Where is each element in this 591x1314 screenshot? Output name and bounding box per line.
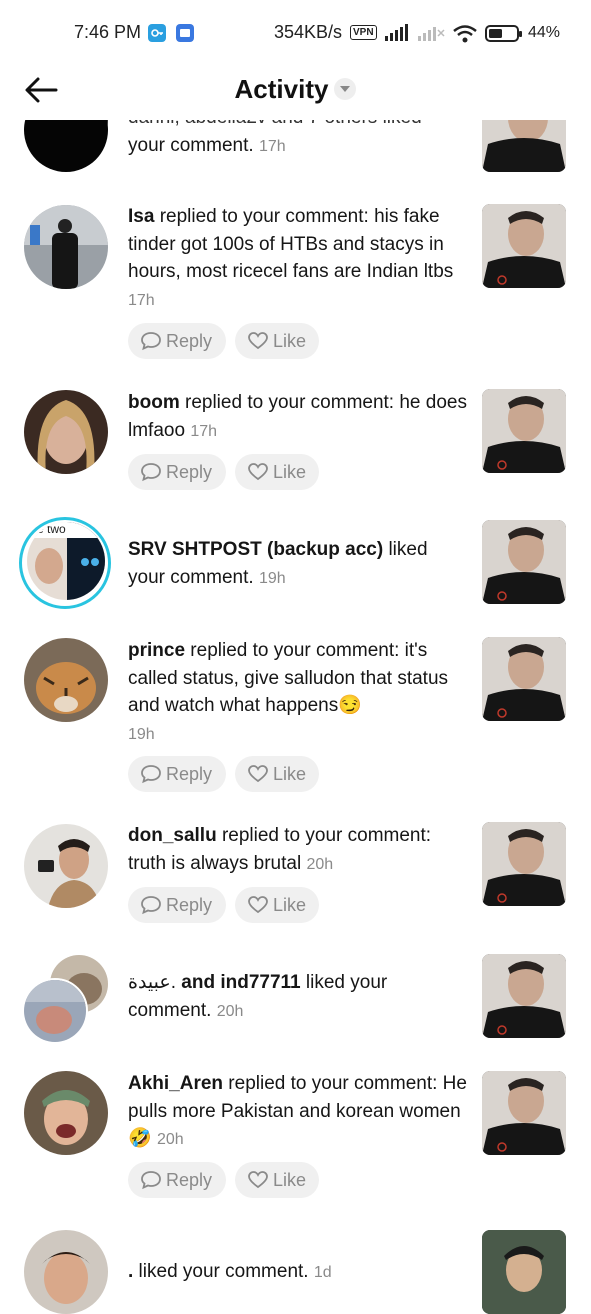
username[interactable]: Akhi_Aren <box>128 1073 223 1094</box>
username-1[interactable]: عبيدة. <box>128 972 176 993</box>
avatar[interactable]: ve two <box>27 522 105 600</box>
timestamp: 17h <box>258 137 286 155</box>
username-2[interactable]: and ind77711 <box>176 972 300 993</box>
avatar[interactable] <box>24 205 108 289</box>
username[interactable]: prince <box>128 640 185 661</box>
post-thumbnail[interactable] <box>482 1071 566 1155</box>
timestamp: 17h <box>190 422 218 440</box>
avatar[interactable] <box>24 638 108 722</box>
username[interactable]: don_sallu <box>128 825 217 846</box>
comment-bubble-icon <box>141 1171 161 1190</box>
heart-icon <box>248 896 268 914</box>
activity-text: liked your comment. <box>133 1261 309 1282</box>
username[interactable]: boom <box>128 392 180 413</box>
chevron-down-icon[interactable] <box>334 78 357 101</box>
page-title-text: Activity <box>234 74 329 104</box>
timestamp: 1d <box>313 1264 332 1281</box>
reply-button[interactable]: Reply <box>128 1162 226 1198</box>
post-thumbnail[interactable] <box>482 822 566 906</box>
activity-text: your comment. <box>128 134 254 156</box>
like-label: Like <box>273 1170 307 1190</box>
comment-bubble-icon <box>141 332 161 351</box>
timestamp: 19h <box>258 569 286 587</box>
reply-button[interactable]: Reply <box>128 323 226 359</box>
activity-text: replied to your comment: he does lmfaoo <box>128 392 467 441</box>
reply-label: Reply <box>166 462 213 482</box>
like-label: Like <box>273 895 307 915</box>
avatar[interactable] <box>24 824 108 908</box>
activity-list: danni, abdella2v and 7 others liked your… <box>0 0 591 1314</box>
avatar[interactable] <box>24 1071 108 1155</box>
comment-bubble-icon <box>141 896 161 915</box>
comment-bubble-icon <box>141 463 161 482</box>
username[interactable]: Isa <box>128 206 154 227</box>
reply-label: Reply <box>166 331 213 351</box>
post-thumbnail[interactable] <box>482 954 566 1038</box>
reply-label: Reply <box>166 1170 213 1190</box>
heart-icon <box>248 463 268 481</box>
like-button[interactable]: Like <box>235 887 319 923</box>
avatar[interactable] <box>24 390 108 474</box>
avatar[interactable] <box>22 978 88 1044</box>
like-label: Like <box>273 331 307 351</box>
page-title[interactable]: Activity <box>0 74 591 105</box>
top-app-bar: Activity <box>0 64 591 120</box>
post-thumbnail[interactable] <box>482 389 566 473</box>
reply-label: Reply <box>166 764 213 784</box>
activity-text: replied to your comment: his fake tinder… <box>128 206 454 282</box>
timestamp: 20h <box>156 1131 184 1148</box>
like-button[interactable]: Like <box>235 323 319 359</box>
like-label: Like <box>273 462 307 482</box>
timestamp: 17h <box>128 291 155 309</box>
post-thumbnail[interactable] <box>482 637 566 721</box>
username[interactable]: SRV SHTPOST (backup acc) <box>128 539 383 560</box>
like-button[interactable]: Like <box>235 756 319 792</box>
heart-icon <box>248 332 268 350</box>
reply-label: Reply <box>166 895 213 915</box>
like-label: Like <box>273 764 307 784</box>
like-button[interactable]: Like <box>235 454 319 490</box>
heart-icon <box>248 1171 268 1189</box>
like-button[interactable]: Like <box>235 1162 319 1198</box>
timestamp: 19h <box>128 725 155 743</box>
heart-icon <box>248 765 268 783</box>
comment-bubble-icon <box>141 765 161 784</box>
reply-button[interactable]: Reply <box>128 756 226 792</box>
reply-button[interactable]: Reply <box>128 454 226 490</box>
reply-button[interactable]: Reply <box>128 887 226 923</box>
post-thumbnail[interactable] <box>482 520 566 604</box>
avatar-caption: ve two <box>31 522 66 536</box>
timestamp: 20h <box>216 1002 244 1020</box>
timestamp: 20h <box>306 855 334 873</box>
post-thumbnail[interactable] <box>482 1230 566 1314</box>
avatar[interactable] <box>24 1230 108 1314</box>
post-thumbnail[interactable] <box>482 204 566 288</box>
